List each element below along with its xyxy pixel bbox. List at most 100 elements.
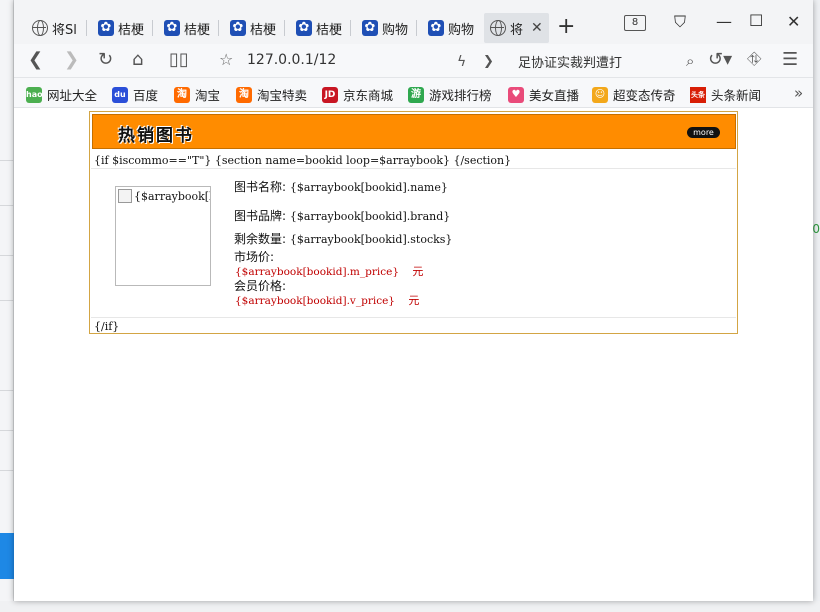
tab-1[interactable]: 将Sl (32, 13, 82, 43)
currency-unit: 元 (412, 265, 424, 278)
background-divider (0, 160, 14, 161)
tab-separator (350, 20, 351, 36)
image-alt-text: {$arraybook[b (134, 190, 211, 203)
background-divider (0, 390, 14, 391)
tab-count-badge[interactable]: 8 (624, 15, 646, 31)
bookmark-label: 百度 (133, 88, 159, 103)
bookmarks-bar: hao 网址大全 du 百度 淘 淘宝 淘 淘宝特卖 JD 京东商城 游 游戏排… (14, 78, 813, 108)
undo-icon[interactable]: ↺▾ (708, 50, 732, 70)
tab-separator (86, 20, 87, 36)
panel-banner: 热销图书 more (92, 114, 736, 149)
bookmark-item[interactable]: du 百度 (112, 85, 158, 104)
heart-icon: ♥ (508, 86, 524, 103)
book-stocks-row: 剩余数量: {$arraybook[bookid].stocks} (234, 230, 452, 247)
browser-window: 将Sl ✿ 桔梗 ✿ 桔梗 ✿ 桔梗 ✿ 桔梗 ✿ 购物 ✿ 购物 将 ✕ + … (14, 0, 813, 601)
address-bar[interactable]: 127.0.0.1/12 (247, 52, 336, 68)
tab-separator (416, 20, 417, 36)
tab-label: 桔梗 (250, 22, 277, 38)
background-page (0, 0, 14, 612)
book-brand-label: 图书品牌: (234, 209, 287, 223)
app-star-icon: ✿ (164, 20, 180, 36)
shirt-icon[interactable]: ⛉ (674, 12, 686, 32)
back-icon[interactable]: ❮ (28, 50, 43, 70)
hao123-icon: hao (26, 86, 43, 103)
app-star-icon: ✿ (98, 20, 114, 36)
tab-separator (152, 20, 153, 36)
app-star-icon: ✿ (296, 20, 312, 36)
tab-4[interactable]: ✿ 桔梗 (230, 13, 280, 43)
baidu-icon: du (112, 86, 128, 103)
background-divider (0, 470, 14, 471)
bookmark-item[interactable]: 淘 淘宝 (174, 85, 220, 104)
bookmark-label: 淘宝 (195, 88, 221, 103)
member-price-value: {$arraybook[bookid].v_price} (235, 295, 395, 307)
close-tab-icon[interactable]: ✕ (531, 20, 543, 36)
reader-icon[interactable]: ▯▯ (169, 50, 189, 70)
jd-icon: JD (322, 86, 338, 103)
chevron-right-icon[interactable]: ❯ (483, 52, 494, 72)
tab-5[interactable]: ✿ 桔梗 (296, 13, 346, 43)
bookmark-label: 淘宝特卖 (257, 88, 308, 103)
bookmark-label: 游戏排行榜 (429, 88, 492, 103)
bookmark-label: 超变态传奇 (613, 88, 676, 103)
background-divider (0, 255, 14, 256)
bookmark-item[interactable]: 淘 淘宝特卖 (236, 85, 307, 104)
tab-2[interactable]: ✿ 桔梗 (98, 13, 148, 43)
bag-icon[interactable]: ⛗ (747, 50, 761, 70)
book-name-label: 图书名称: (234, 180, 287, 194)
reload-icon[interactable]: ↻ (98, 50, 113, 70)
hot-books-panel: 热销图书 more {if $iscommo=="T"} {section na… (89, 111, 738, 334)
bookmark-star-icon[interactable]: ☆ (219, 50, 233, 69)
bookmark-label: 头条新闻 (711, 88, 762, 103)
background-divider (0, 430, 14, 431)
forward-icon[interactable]: ❯ (64, 50, 79, 70)
double-chevron-right-icon[interactable]: » (794, 84, 803, 102)
template-close-text: {/if} (94, 320, 120, 333)
home-icon[interactable]: ⌂ (132, 50, 143, 70)
smiley-icon: ☺ (592, 86, 608, 103)
tab-label: 桔梗 (184, 22, 211, 38)
globe-icon (490, 20, 506, 36)
globe-icon (32, 20, 48, 36)
tab-active[interactable]: 将 ✕ (484, 13, 549, 43)
tab-7[interactable]: ✿ 购物 (428, 13, 478, 43)
bookmark-item[interactable]: 头条 头条新闻 (690, 85, 761, 104)
bookmark-label: 美女直播 (529, 88, 580, 103)
tab-3[interactable]: ✿ 桔梗 (164, 13, 214, 43)
more-button[interactable]: more (687, 127, 720, 138)
maximize-icon[interactable]: ☐ (749, 11, 763, 30)
divider (91, 317, 736, 318)
divider (91, 168, 736, 169)
book-stocks-value: {$arraybook[bookid].stocks} (289, 233, 453, 246)
book-image[interactable]: {$arraybook[b (115, 186, 211, 286)
book-name-value: {$arraybook[bookid].name} (289, 181, 448, 194)
background-divider (0, 205, 14, 206)
bookmark-item[interactable]: hao 网址大全 (26, 85, 97, 104)
member-price-row: {$arraybook[bookid].v_price} 元 (235, 292, 419, 308)
bookmark-item[interactable]: ♥ 美女直播 (508, 85, 579, 104)
tab-label: 将 (510, 22, 524, 38)
app-star-icon: ✿ (230, 20, 246, 36)
book-stocks-label: 剩余数量: (234, 232, 287, 246)
broken-image-icon (118, 189, 132, 203)
bookmark-item[interactable]: ☺ 超变态传奇 (592, 85, 676, 104)
bookmark-item[interactable]: 游 游戏排行榜 (408, 85, 492, 104)
navigation-bar: ❮ ❯ ↻ ⌂ ▯▯ ☆ 127.0.0.1/12 ϟ ❯ 足协证实裁判遭打 ⌕… (14, 44, 813, 78)
search-suggestion[interactable]: 足协证实裁判遭打 (518, 52, 622, 71)
bookmark-label: 网址大全 (47, 88, 98, 103)
tab-bar: 将Sl ✿ 桔梗 ✿ 桔梗 ✿ 桔梗 ✿ 桔梗 ✿ 购物 ✿ 购物 将 ✕ + … (14, 0, 813, 44)
bookmark-item[interactable]: JD 京东商城 (322, 85, 393, 104)
book-name-row: 图书名称: {$arraybook[bookid].name} (234, 178, 448, 195)
search-icon[interactable]: ⌕ (686, 51, 694, 71)
template-open-text: {if $iscommo=="T"} {section name=bookid … (94, 154, 512, 167)
new-tab-button[interactable]: + (557, 16, 575, 38)
minimize-icon[interactable]: — (716, 12, 732, 31)
close-window-icon[interactable]: ✕ (787, 12, 800, 31)
app-star-icon: ✿ (362, 20, 378, 36)
currency-unit: 元 (408, 294, 420, 307)
tab-6[interactable]: ✿ 购物 (362, 13, 412, 43)
book-brand-row: 图书品牌: {$arraybook[bookid].brand} (234, 207, 450, 224)
lightning-icon[interactable]: ϟ (457, 52, 466, 72)
book-brand-value: {$arraybook[bookid].brand} (289, 210, 451, 223)
menu-icon[interactable]: ☰ (782, 50, 798, 70)
